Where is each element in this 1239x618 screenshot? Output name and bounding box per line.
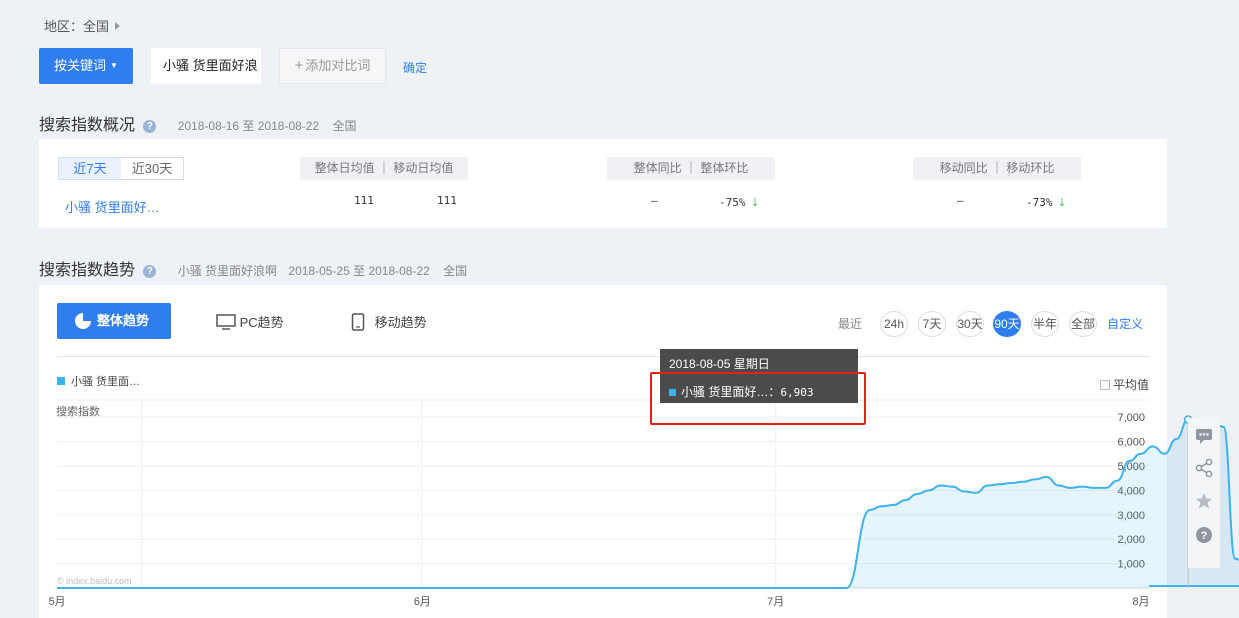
tooltip-date: 2018-08-05 星期日 [669,357,770,371]
share-icon[interactable] [1195,459,1213,477]
y-tick-label: 7,000 [1117,412,1145,424]
highlight-box [650,372,866,425]
x-tick-label: 5月 [48,596,65,608]
x-axis-ticks: 5月 6月 7月 8月 [48,596,1149,608]
search-index-chart[interactable]: 搜索指数 © index.baidu.com 1,0002,0003,0004,… [0,0,1239,618]
x-tick-label: 8月 [1132,596,1149,608]
side-toolbar: ? [1188,418,1220,568]
star-icon[interactable] [1195,492,1213,510]
y-axis-title: 搜索指数 [56,404,100,418]
comment-icon[interactable] [1195,427,1213,445]
x-tick-label: 6月 [414,596,431,608]
svg-text:?: ? [1201,530,1208,542]
series-area-fill [57,419,1239,589]
watermark: © index.baidu.com [57,576,132,586]
x-tick-label: 7月 [767,596,784,608]
question-icon[interactable]: ? [1195,526,1213,544]
y-tick-label: 6,000 [1117,437,1145,449]
